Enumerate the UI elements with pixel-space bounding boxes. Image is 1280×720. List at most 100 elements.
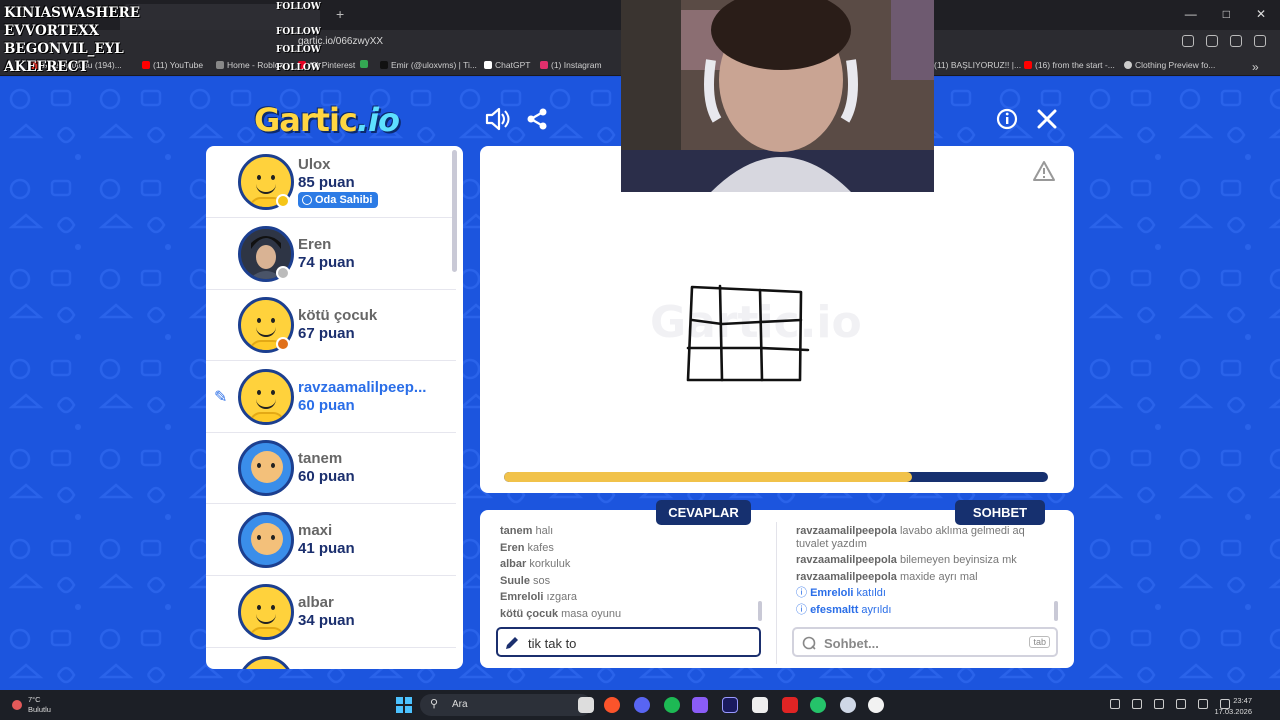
wifi-icon[interactable] xyxy=(1176,699,1186,709)
window-close-icon[interactable]: ✕ xyxy=(1256,7,1266,21)
chat-scrollbar[interactable] xyxy=(1054,601,1058,621)
avatar xyxy=(238,440,294,496)
status-dot xyxy=(276,266,290,280)
new-tab-icon[interactable]: + xyxy=(336,6,344,22)
chat-input[interactable]: Sohbet... tab xyxy=(792,627,1058,657)
follow-label: FOLLOW xyxy=(276,27,321,37)
list-item: albar korkuluk xyxy=(500,558,571,571)
taskbar-clock[interactable]: 23:47 17.03.2026 xyxy=(1206,695,1252,717)
players-panel: Ulox 85 puan Oda Sahibi Eren 74 puan köt… xyxy=(206,146,463,669)
app-icon[interactable] xyxy=(782,697,798,713)
menu-icon[interactable] xyxy=(1254,35,1266,47)
answers-scrollbar[interactable] xyxy=(758,601,762,621)
follower-name: BEGONVIL_EYL xyxy=(4,41,124,57)
spotify-icon[interactable] xyxy=(664,697,680,713)
windows-taskbar: 7°C Bulutlu ⚲ Ara 23:47 17.03.2026 xyxy=(0,690,1280,720)
globe-icon xyxy=(1124,61,1132,69)
sidebar-icon[interactable] xyxy=(1206,35,1218,47)
players-scrollbar[interactable] xyxy=(452,150,457,272)
status-dot xyxy=(276,194,290,208)
chat-placeholder: Sohbet... xyxy=(824,636,879,651)
app-icon[interactable] xyxy=(692,697,708,713)
bookmark-youtube-2[interactable]: (11) BAŞLIYORUZ!! |... xyxy=(934,60,1021,70)
app-icon[interactable] xyxy=(810,697,826,713)
bookmark-instagram[interactable]: (1) Instagram xyxy=(540,60,602,70)
share-icon[interactable] xyxy=(525,107,549,131)
bookmark-tiktok[interactable]: Emir (@uloxvms) | Ti... xyxy=(380,60,477,70)
round-timer-fill xyxy=(504,472,912,482)
player-row[interactable]: albar 34 puan xyxy=(206,576,456,648)
close-icon[interactable] xyxy=(1036,108,1058,130)
discord-icon[interactable] xyxy=(634,697,650,713)
maximize-icon[interactable]: □ xyxy=(1223,7,1230,21)
panel-divider xyxy=(776,522,777,664)
follower-name: AKEFRECT xyxy=(4,59,89,75)
crown-icon xyxy=(302,195,312,205)
player-row-drawing[interactable]: ✎ ravzaamalilpeep... 60 puan xyxy=(206,361,456,433)
pencil-icon xyxy=(506,637,518,649)
player-row[interactable]: tanem 60 puan xyxy=(206,432,456,504)
extension-icon[interactable] xyxy=(1182,35,1194,47)
sound-icon[interactable] xyxy=(484,106,510,132)
taskbar-search[interactable]: ⚲ Ara xyxy=(420,694,592,716)
wallet-icon[interactable] xyxy=(1230,35,1242,47)
tiktok-icon xyxy=(380,61,388,69)
pencil-icon: ✎ xyxy=(214,389,228,406)
chat-message: ravzaamalilpeepola lavabo aklıma gelmedi… xyxy=(796,525,1025,550)
google-icon xyxy=(360,60,368,68)
player-row[interactable]: Eren 74 puan xyxy=(206,218,456,290)
windows-start-icon[interactable] xyxy=(396,697,412,713)
answer-input[interactable]: tik tak to xyxy=(496,627,761,657)
tab-key-hint: tab xyxy=(1029,636,1050,648)
premiere-icon[interactable] xyxy=(722,697,738,713)
network-icon[interactable] xyxy=(1110,699,1120,709)
chat-message: ravzaamalilpeepola bilemeyen beyinsiza m… xyxy=(796,554,1017,566)
bookmark-clothing[interactable]: Clothing Preview fo... xyxy=(1124,60,1215,70)
system-message: ⓘ efesmaltt ayrıldı xyxy=(796,603,892,616)
list-item: Eren kafes xyxy=(500,541,554,554)
chat-message: ravzaamalilpeepola maxide ayrı mal xyxy=(796,570,978,583)
system-message: ⓘ Emreloli katıldı xyxy=(796,587,886,599)
player-row[interactable]: kötü çocuk 67 puan xyxy=(206,289,456,361)
follow-label: FOLLOW xyxy=(276,2,321,12)
avatar xyxy=(238,512,294,568)
player-drawing xyxy=(686,284,810,382)
player-score: 60 puan xyxy=(298,468,355,485)
player-name: maxi xyxy=(298,522,333,539)
app-icon[interactable] xyxy=(752,697,768,713)
player-score: 34 puan xyxy=(298,612,355,629)
brave-icon[interactable] xyxy=(604,697,620,713)
bookmark-chatgpt[interactable]: ChatGPT xyxy=(484,60,530,70)
player-row[interactable]: Ulox 85 puan Oda Sahibi xyxy=(206,146,456,218)
warning-icon[interactable] xyxy=(1032,160,1056,182)
file-explorer-icon[interactable] xyxy=(578,697,594,713)
avatar xyxy=(238,369,294,425)
app-tray-icon[interactable] xyxy=(1132,699,1142,709)
chatgpt-icon xyxy=(484,61,492,69)
player-name: albar xyxy=(298,594,334,611)
window-controls: — □ ✕ xyxy=(1185,7,1266,21)
player-name: ravzaamalilpeep... xyxy=(298,379,427,396)
bookmark-google[interactable] xyxy=(360,60,371,68)
tab-chat[interactable]: SOHBET xyxy=(955,500,1045,525)
app-icon[interactable] xyxy=(868,697,884,713)
bookmarks-more-icon[interactable]: » xyxy=(1252,60,1259,74)
steam-icon[interactable] xyxy=(840,697,856,713)
player-row[interactable]: maxi 41 puan xyxy=(206,504,456,576)
follow-label: FOLLOW xyxy=(276,63,321,73)
round-timer-bar xyxy=(504,472,1048,482)
minimize-icon[interactable]: — xyxy=(1185,7,1197,21)
app-tray-icon[interactable] xyxy=(1154,699,1164,709)
info-icon[interactable] xyxy=(996,108,1018,130)
player-name: Eren xyxy=(298,236,332,253)
bookmark-youtube-3[interactable]: (16) from the start -... xyxy=(1024,60,1115,70)
weather-widget[interactable]: 7°C Bulutlu xyxy=(28,695,51,715)
weather-icon xyxy=(12,700,22,710)
player-name: tanem xyxy=(298,450,343,467)
answer-input-value: tik tak to xyxy=(528,636,577,651)
tab-answers[interactable]: CEVAPLAR xyxy=(656,500,751,525)
info-circle-icon: ⓘ xyxy=(796,587,807,599)
follower-name: KINIASWASHERE xyxy=(4,5,141,21)
player-score: 60 puan xyxy=(298,397,355,414)
player-row[interactable] xyxy=(206,648,456,669)
